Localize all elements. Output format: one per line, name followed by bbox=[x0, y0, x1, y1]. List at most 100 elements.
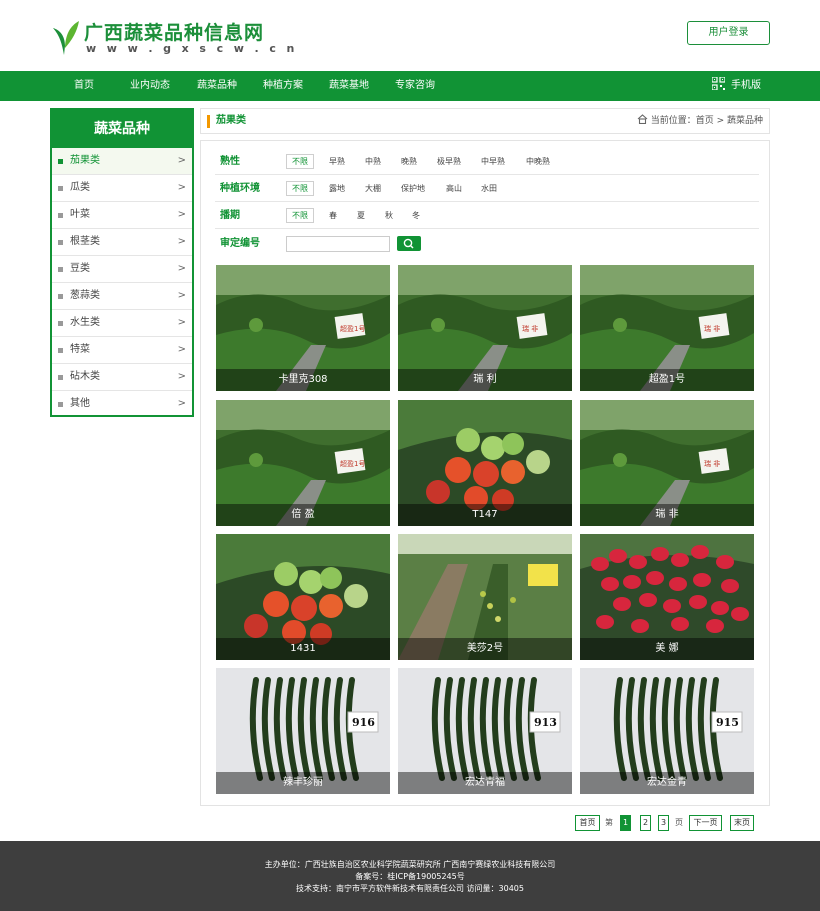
svg-text:915: 915 bbox=[716, 716, 739, 729]
variety-card[interactable]: 瑞 非瑞 利 bbox=[398, 265, 572, 391]
sidebar-item-label: 特菜 bbox=[70, 344, 90, 355]
filter-option[interactable]: 中熟 bbox=[365, 148, 381, 175]
square-bullet-icon bbox=[58, 186, 63, 191]
square-bullet-icon bbox=[58, 402, 63, 407]
sidebar-item-beans[interactable]: 豆类 > bbox=[52, 256, 192, 283]
svg-text:913: 913 bbox=[534, 716, 557, 729]
page-3-button[interactable]: 3 bbox=[658, 815, 669, 831]
filter-option[interactable]: 露地 bbox=[329, 175, 345, 202]
page-1-button[interactable]: 1 bbox=[620, 815, 631, 831]
footer-organizer: 主办单位：广西壮族自治区农业科学院蔬菜研究所 广西南宁赛绿农业科技有限公司 bbox=[264, 860, 556, 869]
chevron-right-icon: > bbox=[177, 398, 186, 409]
square-bullet-icon bbox=[58, 375, 63, 380]
filter-label: 熟性 bbox=[220, 156, 240, 167]
square-bullet-icon bbox=[58, 294, 63, 299]
leaf-logo-icon bbox=[53, 21, 79, 55]
sidebar-item-label: 叶菜 bbox=[70, 209, 90, 220]
variety-name: 美莎2号 bbox=[398, 638, 572, 660]
approval-number-input[interactable] bbox=[286, 236, 390, 252]
sidebar-item-label: 其他 bbox=[70, 398, 90, 409]
breadcrumb-prefix: 当前位置： bbox=[650, 116, 696, 126]
chevron-right-icon: > bbox=[177, 290, 186, 301]
variety-card[interactable]: 瑞 非超盈1号 bbox=[580, 265, 754, 391]
breadcrumb-current[interactable]: 蔬菜品种 bbox=[727, 116, 763, 126]
variety-list-panel: 熟性 不限 早熟 中熟 晚熟 极早熟 中早熟 中晚熟 种植环境 不限 露地 大棚… bbox=[200, 140, 770, 806]
filter-option[interactable]: 早熟 bbox=[329, 148, 345, 175]
variety-card[interactable]: 1431 bbox=[216, 534, 390, 660]
nav-item-news[interactable]: 业内动态 bbox=[130, 71, 170, 101]
filter-option[interactable]: 晚熟 bbox=[401, 148, 417, 175]
variety-card[interactable]: 超盈1号倍 盈 bbox=[216, 400, 390, 526]
variety-card[interactable]: 915 宏达金青 bbox=[580, 668, 754, 794]
svg-text:瑞 非: 瑞 非 bbox=[522, 324, 538, 333]
filter-option[interactable]: 秋 bbox=[385, 202, 393, 229]
chevron-right-icon: > bbox=[177, 263, 186, 274]
filter-option[interactable]: 不限 bbox=[286, 208, 314, 223]
chevron-right-icon: > bbox=[177, 344, 186, 355]
chevron-right-icon: > bbox=[177, 371, 186, 382]
filter-option[interactable]: 中晚熟 bbox=[526, 148, 550, 175]
sidebar-item-aquatic[interactable]: 水生类 > bbox=[52, 310, 192, 337]
variety-card[interactable]: 瑞 非瑞 非 bbox=[580, 400, 754, 526]
title-accent-bar bbox=[207, 115, 210, 128]
nav-item-varieties[interactable]: 蔬菜品种 bbox=[197, 71, 237, 101]
first-page-button[interactable]: 首页 bbox=[575, 815, 600, 831]
nav-item-planting-plans[interactable]: 种植方案 bbox=[263, 71, 303, 101]
login-button[interactable]: 用户登录 bbox=[687, 21, 770, 45]
nav-item-experts[interactable]: 专家咨询 bbox=[395, 71, 435, 101]
filter-option[interactable]: 夏 bbox=[357, 202, 365, 229]
nav-item-bases[interactable]: 蔬菜基地 bbox=[329, 71, 369, 101]
filter-option[interactable]: 保护地 bbox=[401, 175, 425, 202]
sidebar-item-leafy[interactable]: 叶菜 > bbox=[52, 202, 192, 229]
variety-name: 1431 bbox=[216, 638, 390, 660]
sidebar-item-melons[interactable]: 瓜类 > bbox=[52, 175, 192, 202]
variety-name: 宏达金青 bbox=[580, 772, 754, 794]
sidebar-item-roots[interactable]: 根茎类 > bbox=[52, 229, 192, 256]
breadcrumb-separator: > bbox=[713, 116, 727, 126]
breadcrumb-home-link[interactable]: 首页 bbox=[696, 116, 714, 126]
sidebar-item-label: 水生类 bbox=[70, 317, 100, 328]
variety-card[interactable]: 916 辣丰珍丽 bbox=[216, 668, 390, 794]
sidebar-item-alliums[interactable]: 葱蒜类 > bbox=[52, 283, 192, 310]
filter-option[interactable]: 大棚 bbox=[365, 175, 381, 202]
next-page-button[interactable]: 下一页 bbox=[689, 815, 722, 831]
filter-option[interactable]: 高山 bbox=[446, 175, 462, 202]
page-2-button[interactable]: 2 bbox=[640, 815, 651, 831]
filter-option[interactable]: 中早熟 bbox=[481, 148, 505, 175]
sidebar-item-special[interactable]: 特菜 > bbox=[52, 337, 192, 364]
site-footer: 主办单位：广西壮族自治区农业科学院蔬菜研究所 广西南宁赛绿农业科技有限公司 备案… bbox=[0, 841, 820, 911]
sidebar-item-rootstock[interactable]: 砧木类 > bbox=[52, 364, 192, 391]
filter-option[interactable]: 不限 bbox=[286, 181, 314, 196]
variety-name: 超盈1号 bbox=[580, 369, 754, 391]
variety-name: 宏达青福 bbox=[398, 772, 572, 794]
site-header: 广西蔬菜品种信息网 w w w . g x s c w . c n 用户登录 bbox=[0, 0, 820, 71]
filter-environment: 种植环境 不限 露地 大棚 保护地 高山 水田 bbox=[215, 175, 759, 202]
search-icon bbox=[403, 238, 414, 249]
nav-item-home[interactable]: 首页 bbox=[74, 71, 94, 101]
variety-card[interactable]: 美莎2号 bbox=[398, 534, 572, 660]
filter-option[interactable]: 水田 bbox=[481, 175, 497, 202]
filter-option[interactable]: 极早熟 bbox=[437, 148, 461, 175]
variety-card[interactable]: 超盈1号 卡里克308 bbox=[216, 265, 390, 391]
logo-title: 广西蔬菜品种信息网 bbox=[84, 22, 265, 44]
mobile-version-link[interactable]: 手机版 bbox=[712, 71, 761, 101]
variety-card[interactable]: T147 bbox=[398, 400, 572, 526]
filter-option[interactable]: 春 bbox=[329, 202, 337, 229]
site-logo[interactable]: 广西蔬菜品种信息网 w w w . g x s c w . c n bbox=[50, 18, 294, 58]
variety-name: 瑞 非 bbox=[580, 504, 754, 526]
last-page-button[interactable]: 末页 bbox=[730, 815, 754, 831]
mobile-version-label: 手机版 bbox=[731, 80, 761, 91]
sidebar-item-solanaceous[interactable]: 茄果类 > bbox=[52, 148, 192, 175]
page-suffix: 页 bbox=[675, 818, 683, 827]
footer-support: 技术支持：南宁市平方软件新技术有限责任公司 访问量：30405 bbox=[296, 884, 524, 893]
filter-option[interactable]: 不限 bbox=[286, 154, 314, 169]
variety-card[interactable]: 美 娜 bbox=[580, 534, 754, 660]
variety-card[interactable]: 913 宏达青福 bbox=[398, 668, 572, 794]
sidebar-item-other[interactable]: 其他 > bbox=[52, 391, 192, 418]
square-bullet-icon bbox=[58, 267, 63, 272]
filter-label: 播期 bbox=[220, 210, 240, 221]
filter-option[interactable]: 冬 bbox=[412, 202, 420, 229]
search-button[interactable] bbox=[397, 236, 421, 251]
sidebar-item-label: 砧木类 bbox=[70, 371, 100, 382]
chevron-right-icon: > bbox=[177, 182, 186, 193]
